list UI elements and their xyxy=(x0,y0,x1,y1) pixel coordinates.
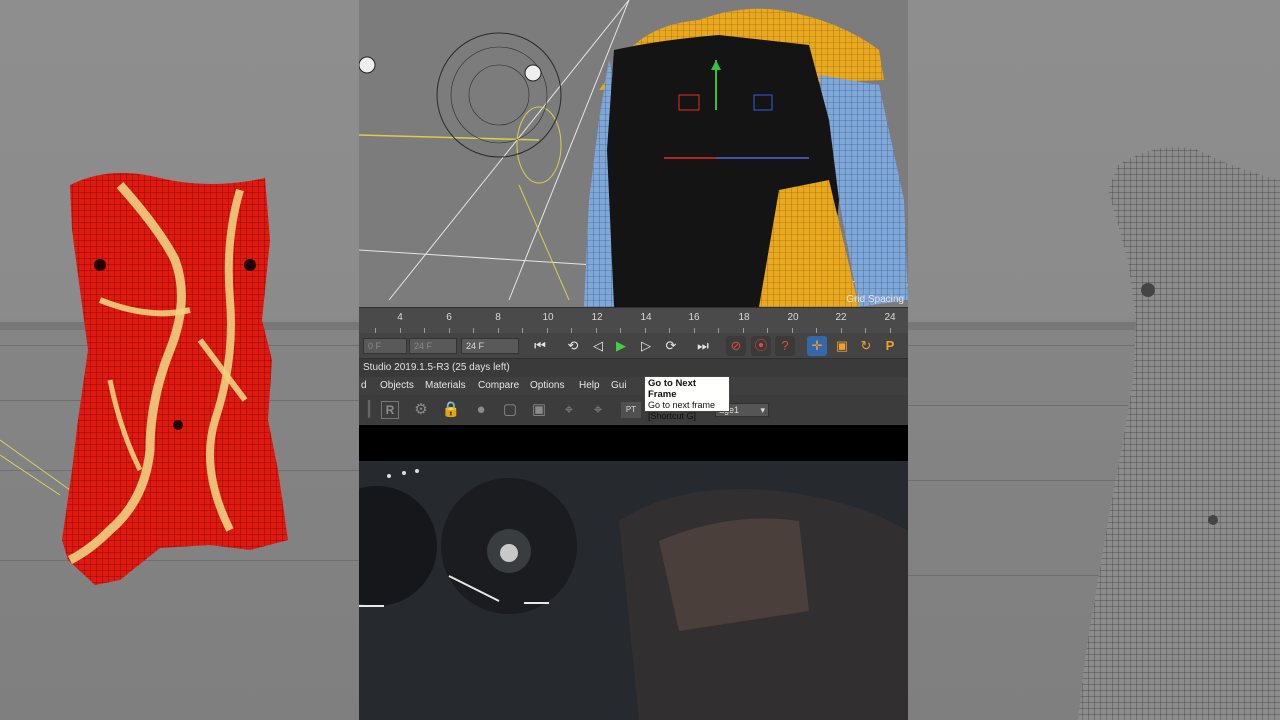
next-frame-icon[interactable]: ▷ xyxy=(636,336,656,356)
viewport-scene xyxy=(359,0,908,307)
rotation-key-icon[interactable]: ↻ xyxy=(856,336,876,356)
menu-item-compare[interactable]: Compare xyxy=(478,380,519,391)
record-active-icon[interactable]: ⊘ xyxy=(726,336,746,356)
go-to-start-icon[interactable]: ⏮ xyxy=(530,336,550,356)
position-key-icon[interactable]: ✛ xyxy=(807,336,827,356)
region-render-icon[interactable]: ▣ xyxy=(529,400,549,420)
cinema4d-screen-capture: Grid Spacing 4 6 8 10 12 14 16 18 20 22 … xyxy=(359,0,908,720)
black-band xyxy=(359,425,908,461)
ruler-label: 22 xyxy=(835,312,847,323)
ruler-label: 12 xyxy=(591,312,603,323)
sphere-icon[interactable]: ● xyxy=(471,400,491,420)
ruler-label: 10 xyxy=(542,312,554,323)
tooltip-shortcut: [Shortcut G] xyxy=(648,411,697,421)
pin-icon[interactable]: ⌖ xyxy=(559,400,579,420)
render-icon[interactable]: R xyxy=(381,401,399,419)
lock-icon[interactable]: 🔒 xyxy=(441,400,461,420)
ruler-label: 6 xyxy=(446,312,452,323)
start-frame-field[interactable]: 0 F xyxy=(363,338,407,354)
left-viewport-panel xyxy=(0,0,360,720)
play-icon[interactable]: ▶ xyxy=(611,336,631,356)
ruler-label: 24 xyxy=(884,312,896,323)
3d-viewport[interactable]: Grid Spacing xyxy=(359,0,908,307)
go-to-end-icon[interactable]: ⏭ xyxy=(693,336,713,356)
autokey-icon[interactable]: ⦿ xyxy=(751,336,771,356)
next-key-icon[interactable]: ⟳ xyxy=(661,336,681,356)
end-frame-field[interactable]: 24 F xyxy=(461,338,519,354)
right-viewport-panel xyxy=(908,0,1280,720)
render-toolbar: ┃ R ⚙ 🔒 ● ▢ ▣ ⌖ ⌖ PT age1 ▾ xyxy=(359,395,908,425)
previous-frame-icon[interactable]: ◁ xyxy=(588,336,608,356)
previous-key-icon[interactable]: ⟲ xyxy=(563,336,583,356)
keyframe-selection-icon[interactable]: ? xyxy=(775,336,795,356)
render-preview xyxy=(359,461,908,720)
ruler-label: 16 xyxy=(688,312,700,323)
grid-spacing-label: Grid Spacing xyxy=(846,294,904,305)
gear-icon[interactable]: ⚙ xyxy=(411,400,431,420)
ruler-label: 8 xyxy=(495,312,501,323)
red-mesh-torso-image xyxy=(0,172,288,585)
scale-key-icon[interactable]: ▣ xyxy=(832,336,852,356)
preview-end-field[interactable]: 24 F xyxy=(409,338,457,354)
pt-button[interactable]: PT xyxy=(621,402,641,418)
timeline-ruler[interactable]: 4 6 8 10 12 14 16 18 20 22 24 xyxy=(359,307,908,333)
region-icon[interactable]: ▢ xyxy=(500,400,520,420)
parameter-key-icon[interactable]: P xyxy=(880,336,900,356)
grey-mesh-torso-image xyxy=(1078,147,1280,720)
ruler-label: 4 xyxy=(397,312,403,323)
ruler-label: 14 xyxy=(640,312,652,323)
chevron-down-icon: ▾ xyxy=(760,405,765,415)
ruler-label: 18 xyxy=(738,312,750,323)
ruler-label: 20 xyxy=(787,312,799,323)
menu-item-help[interactable]: Help xyxy=(579,380,600,391)
menu-item-options[interactable]: Options xyxy=(530,380,564,391)
video-frame: Grid Spacing 4 6 8 10 12 14 16 18 20 22 … xyxy=(0,0,1280,720)
tooltip: Go to Next Frame Go to next frame [Short… xyxy=(644,376,730,421)
pin-alt-icon[interactable]: ⌖ xyxy=(588,400,608,420)
grip-icon: ┃ xyxy=(364,401,374,418)
tooltip-description: Go to next frame xyxy=(648,400,716,410)
render-image xyxy=(359,461,908,720)
menu-item-gui[interactable]: Gui xyxy=(611,380,627,391)
menu-item-objects[interactable]: Objects xyxy=(380,380,414,391)
menu-item-load[interactable]: d xyxy=(361,380,367,391)
tooltip-title: Go to Next Frame xyxy=(648,378,697,400)
menu-item-materials[interactable]: Materials xyxy=(425,380,466,391)
window-title: Studio 2019.1.5-R3 (25 days left) xyxy=(359,359,908,377)
transport-bar: 0 F 24 F 24 F ⏮ ⟲ ◁ ▶ ▷ ⟳ ⏭ ⊘ ⦿ ? ✛ ▣ ↻ … xyxy=(359,333,908,359)
menu-bar: d Objects Materials Compare Options Help… xyxy=(359,377,908,395)
